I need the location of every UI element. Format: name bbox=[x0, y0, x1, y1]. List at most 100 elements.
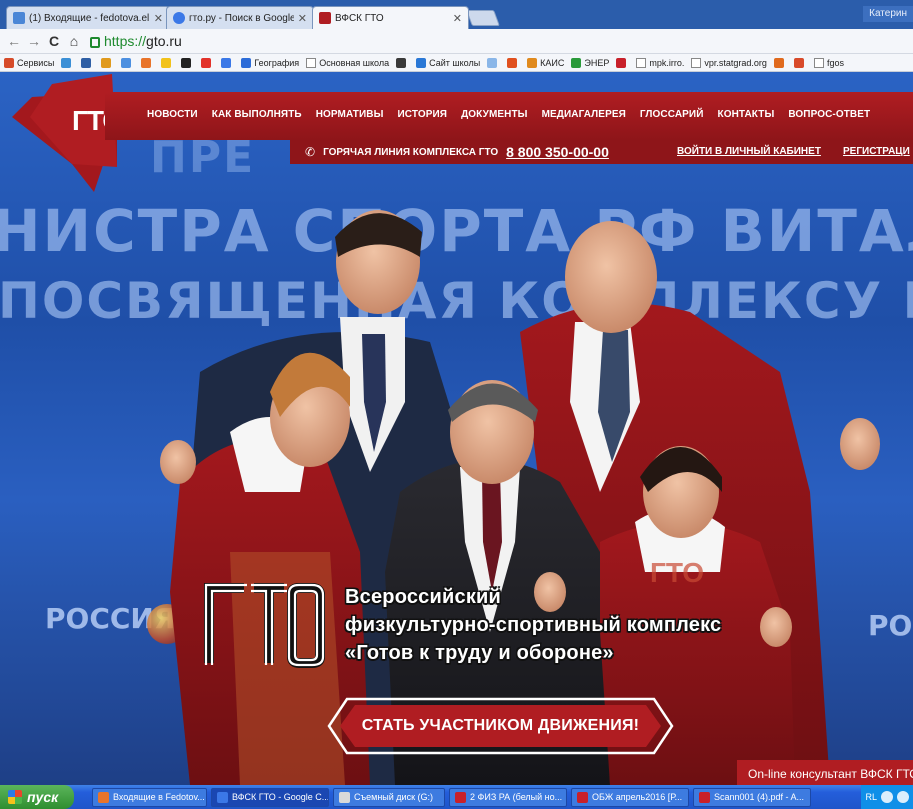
doc-icon bbox=[813, 57, 824, 68]
join-movement-button[interactable]: СТАТЬ УЧАСТНИКОМ ДВИЖЕНИЯ! bbox=[327, 697, 674, 755]
bookmark-item[interactable] bbox=[487, 57, 500, 68]
app-icon bbox=[98, 791, 109, 803]
bookmark-item[interactable] bbox=[121, 57, 134, 68]
bookmark-item[interactable]: ЭНЕР bbox=[571, 57, 609, 68]
menu-item-contacts[interactable]: КОНТАКТЫ bbox=[717, 109, 774, 120]
online-consultant-button[interactable]: On-line консультант ВФСК ГТО bbox=[737, 760, 913, 785]
mail-favicon-icon bbox=[13, 12, 25, 24]
bookmark-item[interactable] bbox=[161, 57, 174, 68]
bookmark-item[interactable]: КАИС bbox=[527, 57, 565, 68]
doc-icon bbox=[691, 57, 702, 68]
doc-icon bbox=[636, 57, 647, 68]
gto-brand-logo bbox=[204, 583, 325, 668]
brush-icon bbox=[773, 57, 784, 68]
google-icon bbox=[221, 57, 232, 68]
browser-tab-google[interactable]: гто.ру - Поиск в Google ✕ bbox=[166, 6, 314, 29]
taskbar-task[interactable]: Входящие в Fedotov... bbox=[92, 787, 207, 807]
task-label: 2 ФИЗ РА (белый но... bbox=[470, 792, 563, 802]
app-icon bbox=[339, 791, 350, 803]
back-arrow-icon[interactable]: ← bbox=[4, 33, 24, 49]
bookmark-item[interactable] bbox=[507, 57, 520, 68]
taskbar-task[interactable]: ВФСК ГТО - Google C... bbox=[211, 787, 329, 807]
task-label: Входящие в Fedotov... bbox=[113, 792, 205, 802]
menu-item-how-to[interactable]: КАК ВЫПОЛНЯТЬ bbox=[212, 109, 302, 120]
start-button[interactable]: пуск bbox=[0, 785, 74, 809]
menu-item-documents[interactable]: ДОКУМЕНТЫ bbox=[461, 109, 528, 120]
menu-item-media[interactable]: МЕДИАГАЛЕРЕЯ bbox=[542, 109, 626, 120]
new-tab-button[interactable] bbox=[466, 10, 500, 26]
bookmark-item[interactable]: Сервисы bbox=[4, 57, 54, 68]
register-link[interactable]: РЕГИСТРАЦИ bbox=[843, 146, 910, 157]
bookmark-item[interactable] bbox=[396, 57, 409, 68]
yandex-icon bbox=[201, 57, 212, 68]
browser-tab-bar: (1) Входящие - fedotova.el ✕ гто.ру - По… bbox=[0, 0, 913, 29]
bookmark-item[interactable] bbox=[221, 57, 234, 68]
bookmark-item[interactable] bbox=[616, 57, 629, 68]
hotline-number-link[interactable]: 8 800 350-00-00 bbox=[506, 144, 609, 160]
apps-grid-icon bbox=[4, 57, 14, 68]
language-indicator[interactable]: RL bbox=[865, 792, 877, 802]
globe-icon bbox=[241, 57, 252, 68]
doc-icon bbox=[306, 57, 317, 68]
bookmark-item[interactable] bbox=[793, 57, 807, 68]
close-icon[interactable]: ✕ bbox=[453, 12, 462, 25]
taskbar-task[interactable]: Съемный диск (G:) bbox=[333, 787, 445, 807]
bookmark-item[interactable]: fgos bbox=[813, 57, 844, 68]
bookmark-item[interactable]: Сайт школы bbox=[416, 57, 481, 68]
taskbar-task[interactable]: 2 ФИЗ РА (белый но... bbox=[449, 787, 567, 807]
bookmark-item[interactable]: Основная школа bbox=[306, 57, 389, 68]
bookmark-item[interactable]: mpk.irro. bbox=[636, 57, 685, 68]
ng-icon bbox=[616, 57, 627, 68]
windows-taskbar: пуск Входящие в Fedotov... ВФСК ГТО - Goo… bbox=[0, 785, 913, 809]
app-icon bbox=[699, 791, 710, 803]
menu-item-history[interactable]: ИСТОРИЯ bbox=[398, 109, 448, 120]
address-bar[interactable]: https:// gto.ru bbox=[90, 33, 182, 49]
bookmark-item[interactable]: vpr.statgrad.org bbox=[691, 57, 767, 68]
bookmarks-bar: Сервисы География Основная школа Сайт школы… bbox=[0, 54, 913, 72]
play-icon bbox=[141, 57, 152, 68]
bookmark-item[interactable] bbox=[141, 57, 154, 68]
app-icon bbox=[577, 791, 588, 803]
windows-logo-icon bbox=[8, 790, 22, 804]
tray-icon[interactable] bbox=[897, 791, 909, 803]
home-icon bbox=[181, 57, 192, 68]
bookmark-item[interactable] bbox=[61, 57, 74, 68]
circle-icon bbox=[396, 57, 407, 68]
bookmark-label: mpk.irro. bbox=[649, 57, 685, 68]
start-label: пуск bbox=[27, 789, 59, 805]
bookmark-item[interactable] bbox=[181, 57, 194, 68]
reload-icon[interactable]: C bbox=[44, 33, 64, 49]
bookmark-item[interactable] bbox=[81, 57, 94, 68]
task-label: ОБЖ апрель2016 [Р... bbox=[592, 792, 683, 802]
taskbar-task[interactable]: Scann001 (4).pdf - A... bbox=[693, 787, 811, 807]
taskbar-task[interactable]: ОБЖ апрель2016 [Р... bbox=[571, 787, 689, 807]
bookmark-item[interactable] bbox=[201, 57, 214, 68]
task-label: Съемный диск (G:) bbox=[354, 792, 433, 802]
brand-line-2: физкультурно-спортивный комплекс bbox=[345, 614, 722, 636]
tray-icon[interactable] bbox=[881, 791, 893, 803]
menu-item-news[interactable]: НОВОСТИ bbox=[147, 109, 198, 120]
tab-title: ВФСК ГТО bbox=[335, 12, 384, 24]
google-favicon-icon bbox=[173, 12, 185, 24]
login-link[interactable]: ВОЙТИ В ЛИЧНЫЙ КАБИНЕТ bbox=[677, 146, 821, 157]
close-icon[interactable]: ✕ bbox=[154, 12, 163, 25]
browser-tab-inbox[interactable]: (1) Входящие - fedotova.el ✕ bbox=[6, 6, 170, 29]
close-icon[interactable]: ✕ bbox=[298, 12, 307, 25]
browser-tab-gto[interactable]: ВФСК ГТО ✕ bbox=[312, 6, 469, 29]
home-icon[interactable]: ⌂ bbox=[64, 33, 84, 49]
bookmark-label: География bbox=[254, 57, 300, 68]
menu-item-faq[interactable]: ВОПРОС-ОТВЕТ bbox=[788, 109, 870, 120]
hotline-label: ГОРЯЧАЯ ЛИНИЯ КОМПЛЕКСА ГТО bbox=[323, 146, 499, 158]
page-icon bbox=[487, 57, 498, 68]
profile-button[interactable]: Катерин bbox=[863, 6, 913, 22]
bookmark-item[interactable] bbox=[773, 57, 787, 68]
gto-favicon-icon bbox=[319, 12, 331, 24]
menu-item-glossary[interactable]: ГЛОССАРИЙ bbox=[640, 109, 704, 120]
browser-toolbar: ← → C ⌂ https:// gto.ru bbox=[0, 29, 913, 54]
menu-item-standards[interactable]: НОРМАТИВЫ bbox=[316, 109, 384, 120]
bookmark-label: КАИС bbox=[540, 57, 565, 68]
forward-arrow-icon[interactable]: → bbox=[24, 33, 44, 49]
bookmark-label: Сайт школы bbox=[429, 57, 481, 68]
bookmark-item[interactable] bbox=[101, 57, 114, 68]
bookmark-item[interactable]: География bbox=[241, 57, 300, 68]
